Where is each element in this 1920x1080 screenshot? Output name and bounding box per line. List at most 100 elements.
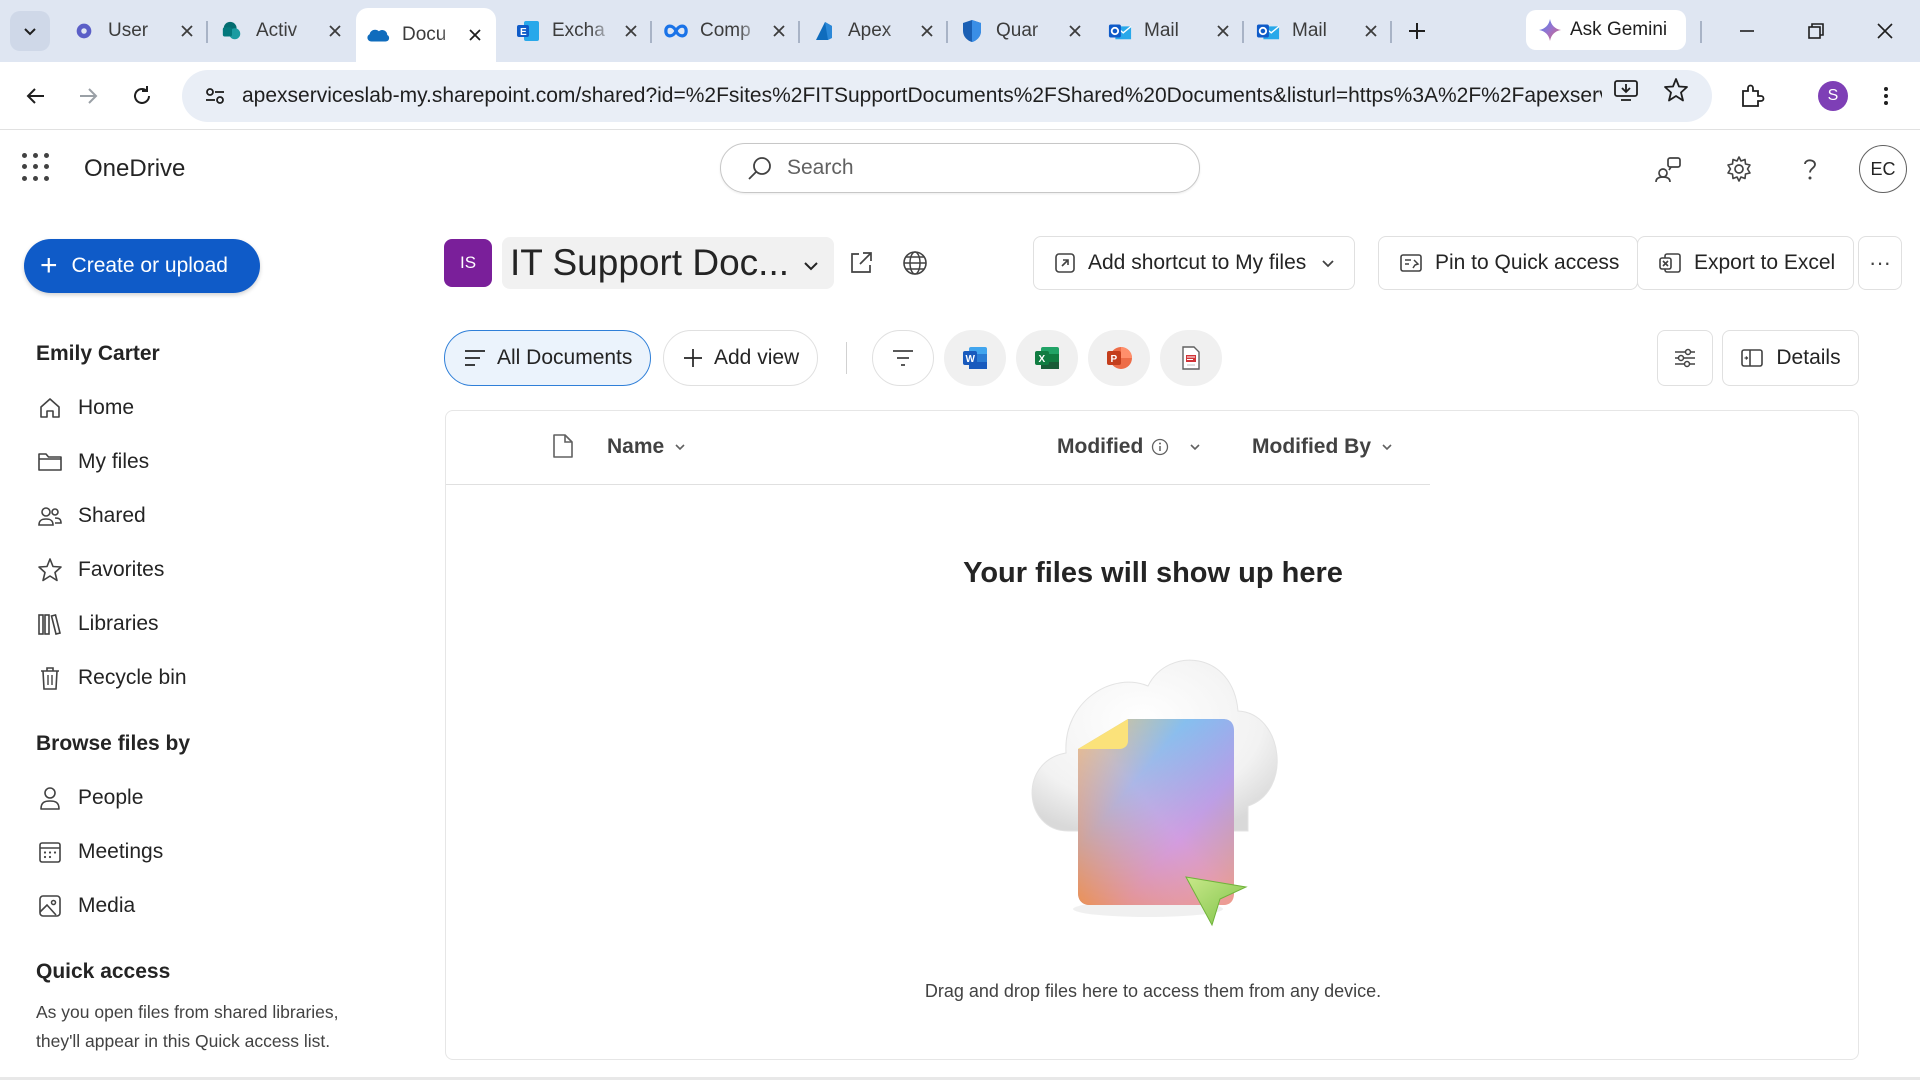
site-info-icon[interactable] [190,85,240,107]
close-window-button[interactable] [1866,12,1904,50]
close-tab-icon[interactable] [1064,20,1086,42]
help-icon[interactable] [1792,151,1828,187]
sidebar-item-recycle-bin[interactable]: Recycle bin [36,658,336,698]
browser-profile-avatar[interactable]: S [1818,81,1848,111]
browser-tab-active[interactable]: Docu [356,8,496,62]
sidebar-item-media[interactable]: Media [36,886,336,926]
globe-icon[interactable] [899,247,931,279]
sidebar-item-meetings[interactable]: Meetings [36,832,336,872]
more-commands-button[interactable]: ··· [1858,236,1902,290]
address-bar[interactable]: apexserviceslab-my.sharepoint.com/shared… [182,70,1712,122]
search-icon [748,157,771,180]
excel-icon: X [1035,347,1059,369]
browser-tab[interactable]: Mail [1246,8,1392,54]
app-name[interactable]: OneDrive [84,155,185,183]
sidebar-item-home[interactable]: Home [36,388,336,428]
bookmark-star-icon[interactable] [1662,76,1690,104]
browser-tab[interactable]: Mail [1098,8,1244,54]
back-button[interactable] [16,76,56,116]
onedrive-header: OneDrive EC [0,131,1920,206]
close-tab-icon[interactable] [324,20,346,42]
gemini-sparkle-icon [1539,19,1561,41]
export-to-excel-button[interactable]: Export to Excel [1637,236,1855,290]
reload-button[interactable] [122,76,162,116]
tab-title: User [108,20,149,41]
tab-separator [1242,21,1244,43]
powerpoint-filter-button[interactable]: P [1088,330,1150,386]
pdf-icon [1182,346,1200,370]
word-filter-button[interactable]: W [944,330,1006,386]
close-tab-icon[interactable] [916,20,938,42]
excel-filter-button[interactable]: X [1016,330,1078,386]
ask-gemini-button[interactable]: Ask Gemini [1526,10,1686,50]
svg-text:W: W [966,354,976,365]
share-feedback-icon[interactable] [1650,151,1686,187]
app-launcher-icon[interactable] [22,153,50,181]
tab-title: Excha [552,20,605,41]
forward-button[interactable] [68,76,108,116]
sidebar-item-label: My files [78,450,150,473]
extensions-button[interactable] [1732,76,1772,116]
add-shortcut-icon [1054,252,1076,274]
add-view-button[interactable]: Add view [663,330,819,386]
column-header-modified-by[interactable]: Modified By [1252,435,1393,459]
search-input[interactable] [787,156,1167,180]
tab-search-button[interactable] [10,11,50,51]
all-documents-view-button[interactable]: All Documents [444,330,652,386]
tab-title: Activ [256,20,298,41]
browser-tab[interactable]: User [62,8,208,54]
sidebar-item-label: Meetings [78,840,164,863]
add-shortcut-button[interactable]: Add shortcut to My files [1033,236,1356,290]
view-options-button[interactable] [1657,330,1713,386]
url-text[interactable]: apexserviceslab-my.sharepoint.com/shared… [242,84,1602,108]
tab-separator [206,21,208,43]
details-pane-icon [1741,349,1764,367]
pin-to-quick-access-button[interactable]: Pin to Quick access [1378,236,1639,290]
folder-icon [36,448,64,476]
column-header-modified[interactable]: Modified [1057,435,1201,459]
user-avatar[interactable]: EC [1859,145,1907,193]
plus-icon [1409,23,1425,39]
browser-tab[interactable]: Activ [210,8,356,54]
open-in-new-window-icon[interactable] [845,247,877,279]
details-pane-button[interactable]: Details [1722,330,1859,386]
settings-gear-icon[interactable] [1721,151,1757,187]
close-tab-icon[interactable] [1212,20,1234,42]
create-or-upload-button[interactable]: + Create or upload [24,239,260,293]
minimize-button[interactable] [1728,12,1766,50]
filter-button[interactable] [872,330,934,386]
info-icon[interactable] [1151,438,1169,456]
tab-separator [946,21,948,43]
browser-tab[interactable]: Apex [802,8,948,54]
browse-files-heading: Browse files by [36,732,191,755]
close-tab-icon[interactable] [620,20,642,42]
install-app-icon[interactable] [1612,76,1640,104]
browser-tab[interactable]: Comp [654,8,800,54]
new-tab-button[interactable] [1398,12,1436,50]
sidebar-item-people[interactable]: People [36,778,336,818]
search-box[interactable] [720,143,1200,193]
quick-access-description: As you open files from shared libraries,… [36,1002,339,1051]
restore-button[interactable] [1797,12,1835,50]
tab-title: Mail [1292,20,1327,41]
close-tab-icon[interactable] [464,24,486,46]
svg-text:E: E [520,27,527,38]
browser-tab[interactable]: Quar [950,8,1096,54]
file-type-icon[interactable] [552,433,574,464]
tab-separator [1390,21,1392,43]
sidebar-item-my-files[interactable]: My files [36,442,336,482]
sidebar-item-favorites[interactable]: Favorites [36,550,336,590]
browser-tabstrip: User Activ Docu E Excha Comp Apex Quar M… [0,0,1920,62]
close-tab-icon[interactable] [1360,20,1382,42]
browser-tab[interactable]: E Excha [506,8,652,54]
sidebar-item-shared[interactable]: Shared [36,496,336,536]
close-tab-icon[interactable] [176,20,198,42]
sliders-icon [1675,348,1695,368]
pdf-filter-button[interactable] [1160,330,1222,386]
sidebar-item-libraries[interactable]: Libraries [36,604,336,644]
close-tab-icon[interactable] [768,20,790,42]
tab-title: Docu [402,24,447,45]
library-title-dropdown[interactable]: IT Support Doc... [502,237,834,289]
browser-menu-button[interactable] [1866,76,1906,116]
column-header-name[interactable]: Name [607,435,686,459]
